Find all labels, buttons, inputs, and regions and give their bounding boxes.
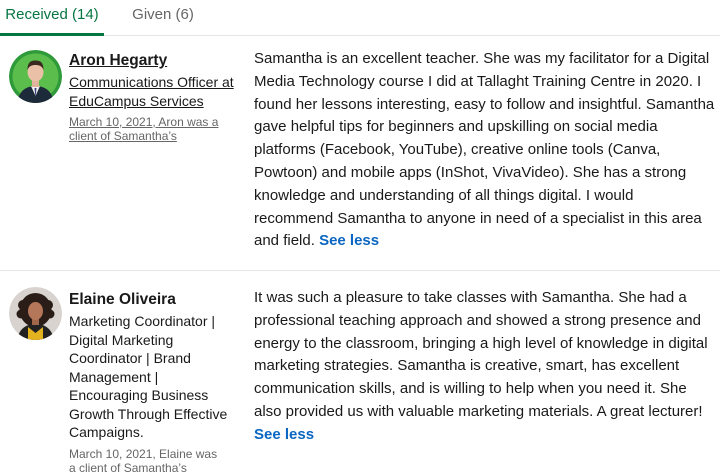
recommendation-body: It was such a pleasure to take classes w… xyxy=(254,289,708,420)
see-less-button[interactable]: See less xyxy=(319,232,379,249)
profile-photo-icon xyxy=(9,287,62,340)
avatar[interactable] xyxy=(9,50,62,103)
recommendation-date: March 10, 2021, Elaine was a client of S… xyxy=(69,446,218,475)
recommendation-date[interactable]: March 10, 2021, Aron was a client of Sam… xyxy=(69,115,247,143)
recommendation-text: Samantha is an excellent teacher. She wa… xyxy=(254,48,716,253)
see-less-button[interactable]: See less xyxy=(254,426,314,443)
profile-photo-icon xyxy=(9,50,62,103)
recommender-name[interactable]: Aron Hegarty xyxy=(69,50,244,72)
recommender-info: Aron Hegarty Communications Officer at E… xyxy=(69,50,244,143)
recommendations-tabs: Received (14) Given (6) xyxy=(0,0,720,36)
avatar[interactable] xyxy=(9,287,62,340)
recommendation-item: Elaine Oliveira Marketing Coordinator | … xyxy=(0,271,720,475)
recommendation-body: Samantha is an excellent teacher. She wa… xyxy=(254,50,715,250)
recommendation-text: It was such a pleasure to take classes w… xyxy=(254,287,716,447)
recommender-headline[interactable]: Communications Officer at EduCampus Serv… xyxy=(69,73,234,110)
recommender-name[interactable]: Elaine Oliveira xyxy=(69,289,244,311)
tab-received[interactable]: Received (14) xyxy=(0,0,104,36)
tab-given[interactable]: Given (6) xyxy=(132,0,194,33)
recommendation-item: Aron Hegarty Communications Officer at E… xyxy=(0,36,720,271)
recommender-info: Elaine Oliveira Marketing Coordinator | … xyxy=(69,289,244,475)
recommender-headline: Marketing Coordinator | Digital Marketin… xyxy=(69,313,228,440)
